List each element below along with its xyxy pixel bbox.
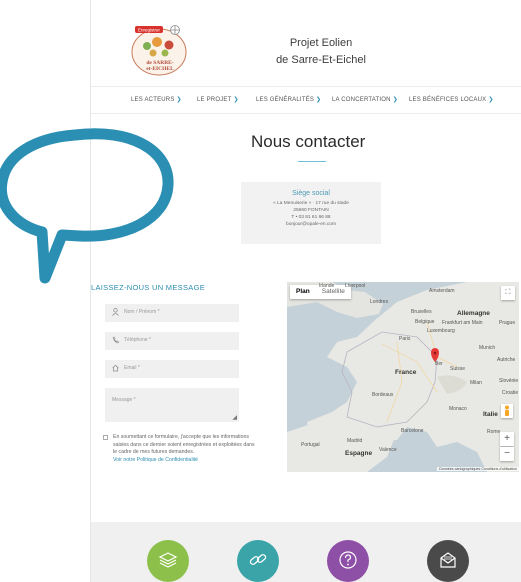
nav-item-generalites[interactable]: LES GÉNÉRALITÉS ❯ [256, 96, 321, 103]
map-label: Belgique [415, 319, 435, 325]
site-title-line-1: Projet Eolien [289, 37, 353, 49]
chevron-down-icon: ❯ [488, 97, 494, 103]
map-label: Bruxelles [411, 309, 432, 315]
map-label: Portugal [301, 442, 320, 448]
link-icon [249, 554, 267, 565]
map-label: Monaco [449, 406, 467, 412]
google-map[interactable]: Plan Satellite ⛶ Irlande Liverpool Amste… [287, 282, 519, 472]
nav-item-concertation[interactable]: LA CONCERTATION ❯ [332, 96, 398, 103]
home-icon [112, 364, 119, 374]
footer-link-button[interactable] [237, 540, 279, 582]
footer-mail-button[interactable] [427, 540, 469, 582]
chevron-down-icon: ❯ [176, 97, 182, 103]
site-title-line-2: de Sarre-Et-Eichel [276, 54, 366, 66]
nav-item-acteurs[interactable]: LES ACTEURS ❯ [131, 96, 182, 103]
office-postcode: 25660 FONTAIN [293, 208, 329, 213]
map-label: Bordeaux [372, 392, 394, 398]
site-logo[interactable]: Enregistrer de SARRE- et-EICHEL [131, 24, 189, 76]
email-placeholder: Email * [124, 365, 140, 371]
nav-item-projet[interactable]: LE PROJET ❯ [197, 96, 239, 103]
fullscreen-icon[interactable]: ⛶ [501, 286, 515, 300]
chevron-down-icon: ❯ [233, 97, 239, 103]
nav-item-label: LES GÉNÉRALITÉS [256, 97, 315, 103]
office-heading: Siège social [292, 190, 330, 197]
office-address: « La Menuiserie » · 17 rue du stade [273, 201, 349, 206]
office-phone[interactable]: T • 03 81 61 66 88 [241, 214, 381, 221]
office-email[interactable]: bonjour@opale-en.com [241, 221, 381, 228]
map-label: Suisse [450, 366, 466, 372]
office-card: Siège social « La Menuiserie » · 17 rue … [241, 182, 381, 244]
map-label: Londres [370, 299, 389, 305]
map-label: Madrid [347, 438, 363, 444]
chevron-down-icon: ❯ [392, 97, 398, 103]
zoom-in-button[interactable]: + [500, 432, 514, 446]
map-label: Croatie [502, 390, 519, 396]
site-title[interactable]: Projet Eolien de Sarre-Et-Eichel [241, 35, 401, 69]
map-label: Luxembourg [427, 328, 455, 334]
map-label: Milan [470, 380, 482, 386]
question-icon [339, 551, 357, 569]
map-tab-plan[interactable]: Plan [290, 285, 316, 299]
map-label: Barcelone [401, 428, 424, 434]
phone-placeholder: Téléphone * [124, 337, 151, 343]
user-icon [112, 308, 119, 318]
main-nav: LES ACTEURS ❯ LE PROJET ❯ LES GÉNÉRALITÉS ❯… [91, 86, 521, 114]
name-field[interactable]: Nom / Prénom * [105, 304, 239, 322]
consent-checkbox[interactable] [103, 435, 108, 440]
map-label: Paris [399, 336, 411, 342]
chevron-down-icon: ❯ [316, 97, 322, 103]
map-label: Prague [499, 320, 516, 326]
message-placeholder: Message * [112, 397, 136, 403]
name-placeholder: Nom / Prénom * [124, 309, 160, 315]
map-label: Espagne [345, 450, 373, 457]
map-label: France [395, 369, 417, 376]
layers-icon [158, 552, 178, 568]
nav-item-label: LA CONCERTATION [332, 97, 391, 103]
phone-icon [112, 336, 119, 346]
logo-text-2: et-EICHEL [146, 66, 174, 72]
privacy-policy-link[interactable]: Voir notre Politique de Confidentialité [113, 457, 259, 465]
resize-handle-icon[interactable]: ◢ [232, 414, 237, 421]
title-divider [298, 161, 326, 162]
logo-badge-text: Enregistrer [138, 27, 161, 32]
map-label: Allemagne [457, 310, 490, 317]
nav-item-label: LES ACTEURS [131, 97, 175, 103]
page-title: Nous contacter [251, 132, 366, 151]
map-label: Rome [487, 429, 501, 435]
footer-layers-button[interactable] [147, 540, 189, 582]
map-attribution[interactable]: Données cartographiques Conditions d'uti… [437, 467, 519, 471]
map-label: Valence [379, 447, 397, 453]
map-label: Frankfurt am Main [442, 320, 483, 326]
map-label: Slovénie [499, 378, 519, 384]
nav-item-label: LE PROJET [197, 97, 232, 103]
speech-bubble-icon [0, 128, 174, 284]
map-label: Amsterdam [429, 288, 455, 294]
zoom-out-button[interactable]: − [500, 447, 514, 461]
map-label: Italie [483, 411, 498, 418]
message-field[interactable]: Message * ◢ [105, 388, 239, 422]
street-view-pegman-icon[interactable] [501, 404, 513, 418]
nav-item-benefices[interactable]: LES BÉNÉFICES LOCAUX ❯ [409, 96, 494, 103]
map-label: Liverpool [345, 283, 366, 289]
nav-item-label: LES BÉNÉFICES LOCAUX [409, 97, 487, 103]
email-field[interactable]: Email * [105, 360, 239, 378]
map-label: Autriche [497, 357, 516, 363]
consent-text: En soumettant ce formulaire, j'accepte q… [113, 434, 255, 455]
map-label: Munich [479, 345, 496, 351]
footer-icons-band [91, 522, 521, 582]
consent-block: En soumettant ce formulaire, j'accepte q… [103, 434, 259, 464]
phone-field[interactable]: Téléphone * [105, 332, 239, 350]
map-label: Ber [435, 361, 443, 367]
map-label: Irlande [319, 283, 335, 289]
envelope-icon [440, 552, 456, 568]
footer-question-button[interactable] [327, 540, 369, 582]
